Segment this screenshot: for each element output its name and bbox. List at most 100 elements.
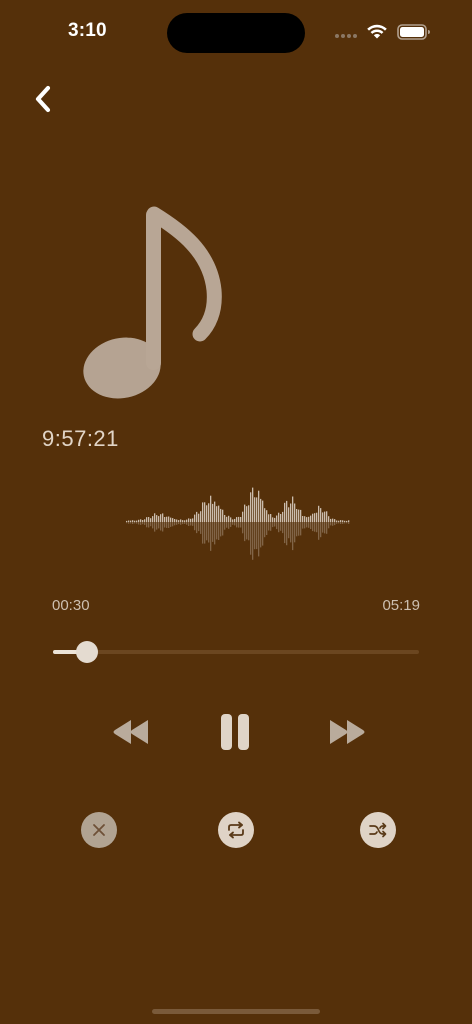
chevron-left-icon	[35, 85, 51, 113]
shuffle-button[interactable]	[360, 812, 396, 848]
status-bar: 3:10	[0, 0, 472, 64]
waveform-bar	[274, 517, 276, 522]
waveform-bar	[208, 503, 210, 522]
waveform-reflection-bar	[158, 522, 160, 529]
repeat-button[interactable]	[218, 812, 254, 848]
waveform-reflection-bar	[346, 522, 348, 524]
waveform-bar	[142, 520, 144, 522]
waveform-bar	[272, 517, 274, 522]
waveform-reflection-bar	[188, 522, 190, 526]
waveform-reflection-bar	[206, 522, 208, 541]
waveform-bar	[132, 520, 134, 522]
waveform-reflection-bar	[322, 522, 324, 533]
waveform-reflection-bar	[246, 522, 248, 540]
waveform-reflection-bar	[264, 522, 266, 538]
waveform-bar	[344, 520, 346, 522]
waveform-reflection-bar	[214, 522, 216, 545]
waveform-reflection-bar	[174, 522, 176, 526]
waveform-reflection-bar	[294, 522, 296, 543]
home-indicator[interactable]	[152, 1009, 320, 1014]
waveform-bar	[154, 513, 156, 522]
waveform-bar	[328, 516, 330, 522]
back-button[interactable]	[26, 80, 60, 118]
waveform-bar	[336, 520, 338, 522]
waveform-reflection-bar	[338, 522, 340, 524]
progress-slider-track[interactable]	[53, 650, 419, 654]
waveform-reflection-bar	[284, 522, 286, 544]
waveform-reflection-bar	[200, 522, 202, 534]
progress-slider-thumb[interactable]	[76, 641, 99, 663]
fast-forward-button[interactable]	[324, 710, 370, 754]
waveform-bar	[186, 519, 188, 522]
waveform-reflection-bar	[278, 522, 280, 533]
waveform-bar	[292, 496, 294, 522]
waveform-bar	[300, 509, 302, 522]
waveform-bar	[332, 518, 334, 522]
waveform-reflection-bar	[250, 522, 252, 555]
rewind-button[interactable]	[108, 710, 154, 754]
waveform-reflection-bar	[296, 522, 298, 537]
waveform-reflection-bar	[222, 522, 224, 536]
waveform-bar	[254, 497, 256, 522]
close-icon	[93, 824, 105, 836]
waveform-bar	[134, 520, 136, 522]
waveform-reflection-bar	[192, 522, 194, 526]
waveform-bar	[152, 516, 154, 522]
waveform-reflection-bar	[280, 522, 282, 531]
waveform-reflection-bar	[306, 522, 308, 528]
waveform-bar	[286, 500, 288, 522]
waveform-reflection-bar	[310, 522, 312, 529]
waveform-reflection-bar	[326, 522, 328, 534]
waveform-bar	[136, 520, 138, 522]
waveform-reflection-bar	[140, 522, 142, 525]
waveform-reflection-bar	[148, 522, 150, 528]
waveform-bar	[172, 518, 174, 522]
waveform-bar	[290, 503, 292, 522]
waveform-bar	[294, 503, 296, 522]
waveform-reflection-bar	[196, 522, 198, 534]
waveform-bar	[318, 505, 320, 522]
waveform-bar	[260, 498, 262, 522]
waveform-reflection-bar	[138, 522, 140, 525]
waveform-reflection-bar	[244, 522, 246, 542]
waveform-reflection-bar	[298, 522, 300, 536]
waveform-reflection-bar	[220, 522, 222, 537]
waveform-reflection-bar	[256, 522, 258, 550]
waveform-bar	[164, 517, 166, 522]
waveform-reflection-bar	[146, 522, 148, 528]
waveform-reflection-bar	[178, 522, 180, 525]
waveform-bar	[252, 487, 254, 522]
waveform-reflection-bar	[324, 522, 326, 534]
waveform-bar	[168, 516, 170, 522]
waveform-bar	[304, 516, 306, 522]
waveform-reflection-bar	[224, 522, 226, 530]
waveform-reflection-bar	[304, 522, 306, 529]
waveform-bar	[322, 512, 324, 522]
waveform-reflection-bar	[226, 522, 228, 528]
waveform-bar	[162, 513, 164, 522]
waveform-bar	[314, 513, 316, 522]
waveform-bar	[248, 505, 250, 522]
waveform-bar	[144, 519, 146, 522]
waveform-reflection-bar	[164, 522, 166, 528]
pause-button[interactable]	[212, 708, 258, 756]
waveform-bar	[296, 509, 298, 522]
waveform-bar	[214, 501, 216, 522]
waveform-bar	[238, 516, 240, 522]
waveform-reflection-bar	[168, 522, 170, 528]
pause-icon	[221, 714, 249, 750]
waveform-bar	[126, 520, 128, 522]
waveform-bar	[244, 504, 246, 522]
waveform-bar	[204, 502, 206, 522]
waveform-bar	[242, 511, 244, 522]
close-button[interactable]	[81, 812, 117, 848]
waveform-reflection-bar	[162, 522, 164, 532]
waveform-reflection-bar	[258, 522, 260, 557]
waveform-reflection-bar	[184, 522, 186, 524]
waveform-reflection-bar	[152, 522, 154, 529]
current-time: 00:30	[52, 597, 90, 614]
waveform-reflection-bar	[230, 522, 232, 527]
waveform-reflection-bar	[248, 522, 250, 541]
waveform-bar	[196, 511, 198, 522]
waveform-reflection-bar	[300, 522, 302, 536]
